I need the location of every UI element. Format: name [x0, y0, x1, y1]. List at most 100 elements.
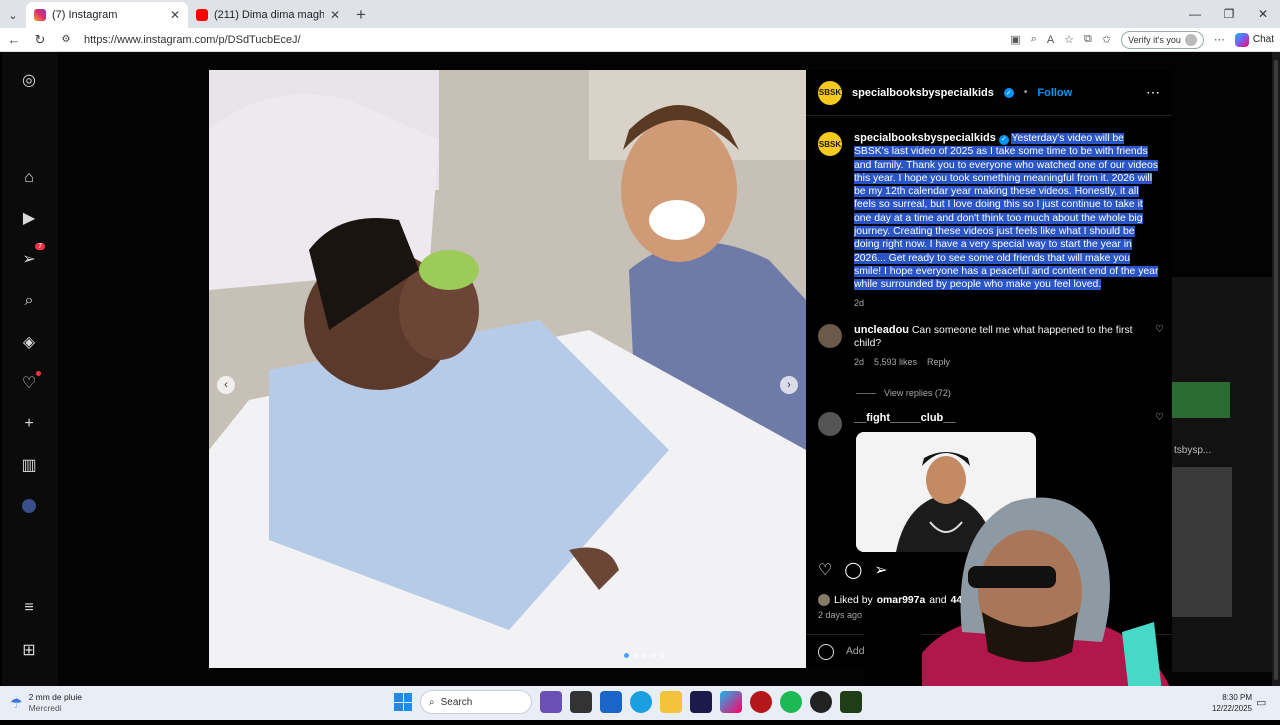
avatar: [818, 594, 830, 606]
like-comment-icon[interactable]: ♡: [1155, 412, 1164, 436]
carousel-dot: [624, 653, 629, 658]
caption-text: Yesterday's video will be SBSK's last vi…: [854, 133, 1159, 291]
avatar: [1184, 33, 1197, 46]
dashboard-icon[interactable]: ▥: [19, 455, 39, 475]
separator-dot: •: [1023, 87, 1028, 98]
refresh-icon[interactable]: ↻: [32, 32, 48, 48]
home-icon[interactable]: ⌂: [19, 168, 39, 188]
favorite-icon[interactable]: ☆: [1064, 33, 1074, 46]
carousel-dot: [642, 653, 647, 658]
profile-verify-button[interactable]: Verify it's you: [1121, 30, 1204, 49]
site-info-icon[interactable]: ⚙: [58, 34, 74, 45]
obs-icon[interactable]: [810, 691, 832, 713]
new-tab-button[interactable]: +: [348, 2, 374, 28]
notifications-icon[interactable]: ▭: [1256, 696, 1266, 709]
scrollbar-thumb[interactable]: [1274, 60, 1278, 680]
avatar[interactable]: [818, 412, 842, 436]
comment-username[interactable]: __fight_____club__: [854, 412, 956, 424]
weather-line2: Mercredi: [28, 703, 62, 713]
comment-username[interactable]: uncleadou: [854, 324, 909, 336]
tab-youtube[interactable]: (211) Dima dima maghrib / Dima ✕: [188, 2, 348, 28]
read-aloud-icon[interactable]: A: [1047, 34, 1054, 46]
back-icon[interactable]: ←: [6, 32, 22, 47]
search-icon[interactable]: ⌕: [19, 291, 39, 311]
carousel-next-button[interactable]: ›: [780, 376, 798, 394]
reels-icon[interactable]: ▶: [19, 208, 39, 228]
weather-text: 2 mm de pluie Mercredi: [29, 692, 82, 714]
copilot-icon[interactable]: [720, 691, 742, 713]
address-bar-actions: ▣ ⌕ A ☆ ⧉ ✩ Verify it's you ⋯ Chat: [1010, 30, 1274, 49]
caption-username[interactable]: specialbooksbyspecialkids: [854, 132, 996, 144]
avatar[interactable]: [818, 324, 842, 348]
post-caption: SBSK specialbooksbyspecialkids ✓ Yesterd…: [818, 132, 1164, 308]
restore-icon[interactable]: ❐: [1212, 0, 1246, 28]
widget-icon[interactable]: [540, 691, 562, 713]
browser-tab-strip: ⌄ (7) Instagram ✕ (211) Dima dima maghri…: [0, 0, 1280, 28]
start-button[interactable]: [394, 693, 412, 711]
account-username[interactable]: specialbooksbyspecialkids: [852, 87, 994, 99]
emoji-icon[interactable]: [818, 643, 834, 660]
like-icon[interactable]: ♡: [818, 560, 832, 580]
spotify-icon[interactable]: [780, 691, 802, 713]
premiere-icon[interactable]: [690, 691, 712, 713]
terminal-icon[interactable]: [840, 691, 862, 713]
system-clock[interactable]: 8:30 PM 12/22/2025: [1208, 692, 1252, 714]
favorites-bar-icon[interactable]: ✩: [1102, 33, 1111, 46]
messages-badge: 7: [35, 243, 45, 250]
search-icon: ⌕: [429, 696, 435, 708]
tab-actions-menu-icon[interactable]: ⌄: [0, 2, 26, 28]
close-tab-icon[interactable]: ✕: [330, 8, 340, 22]
copilot-chat-button[interactable]: Chat: [1234, 32, 1274, 47]
instagram-logo-icon[interactable]: ◎: [19, 70, 39, 90]
carousel-dots: [624, 653, 665, 658]
tab-instagram[interactable]: (7) Instagram ✕: [26, 2, 188, 28]
comment-likes[interactable]: 5,593 likes: [874, 356, 917, 369]
tab-title: (7) Instagram: [52, 9, 118, 21]
taskbar-search[interactable]: ⌕ Search: [420, 690, 532, 714]
close-tab-icon[interactable]: ✕: [170, 8, 180, 22]
comment-age: 2d: [854, 357, 865, 367]
app-available-icon[interactable]: ▣: [1010, 33, 1020, 46]
more-options-icon[interactable]: ⋯: [1214, 33, 1225, 46]
caption-avatar[interactable]: SBSK: [818, 132, 842, 156]
view-replies-button[interactable]: View replies (72): [856, 388, 951, 398]
taskbar-apps: ⌕ Search: [394, 690, 862, 714]
tab-title: (211) Dima dima maghrib / Dima: [214, 9, 324, 21]
follow-button[interactable]: Follow: [1037, 87, 1072, 99]
task-view-icon[interactable]: [570, 691, 592, 713]
notifications-icon[interactable]: ♡: [19, 371, 41, 393]
store-icon[interactable]: [600, 691, 622, 713]
instagram-sidebar: ◎ ⌂ ▶ ➢ 7 ⌕ ◈ ♡ + ▥ ≡ ⊞: [2, 52, 58, 686]
comment-icon[interactable]: ◯: [844, 560, 862, 580]
account-avatar[interactable]: SBSK: [818, 80, 842, 105]
post-photo: ‹ ›: [209, 70, 806, 668]
also-from-meta-icon[interactable]: ⊞: [19, 640, 39, 660]
menu-icon[interactable]: ≡: [19, 598, 39, 618]
window-controls: — ❐ ✕: [1178, 0, 1280, 28]
zoom-icon[interactable]: ⌕: [1031, 33, 1037, 46]
instagram-favicon-icon: [34, 9, 46, 21]
carousel-prev-button[interactable]: ‹: [217, 376, 235, 394]
messages-icon[interactable]: ➢ 7: [19, 243, 45, 269]
create-icon[interactable]: +: [19, 414, 39, 434]
verified-badge-icon: ✓: [998, 134, 1009, 145]
profile-icon[interactable]: [19, 496, 39, 516]
like-comment-icon[interactable]: ♡: [1155, 324, 1164, 369]
address-bar: ← ↻ ⚙ https://www.instagram.com/p/DSdTuc…: [0, 28, 1280, 52]
page-scrollbar[interactable]: [1272, 52, 1280, 686]
extensions-icon[interactable]: ⧉: [1084, 33, 1092, 46]
reply-button[interactable]: Reply: [927, 356, 950, 369]
record-icon[interactable]: [750, 691, 772, 713]
minimize-icon[interactable]: —: [1178, 0, 1212, 28]
more-options-icon[interactable]: ⋯: [1146, 84, 1160, 101]
chat-label: Chat: [1252, 34, 1274, 45]
close-window-icon[interactable]: ✕: [1246, 0, 1280, 28]
weather-widget[interactable]: ☂ 2 mm de pluie Mercredi: [0, 692, 180, 714]
comment-body: uncleadou Can someone tell me what happe…: [854, 324, 1134, 369]
edge-icon[interactable]: [630, 691, 652, 713]
clock-date: 12/22/2025: [1211, 704, 1252, 713]
file-explorer-icon[interactable]: [660, 691, 682, 713]
explore-icon[interactable]: ◈: [19, 332, 39, 352]
url-field[interactable]: https://www.instagram.com/p/DSdTucbEceJ/: [84, 34, 1000, 46]
verified-badge-icon: ✓: [1003, 87, 1014, 98]
